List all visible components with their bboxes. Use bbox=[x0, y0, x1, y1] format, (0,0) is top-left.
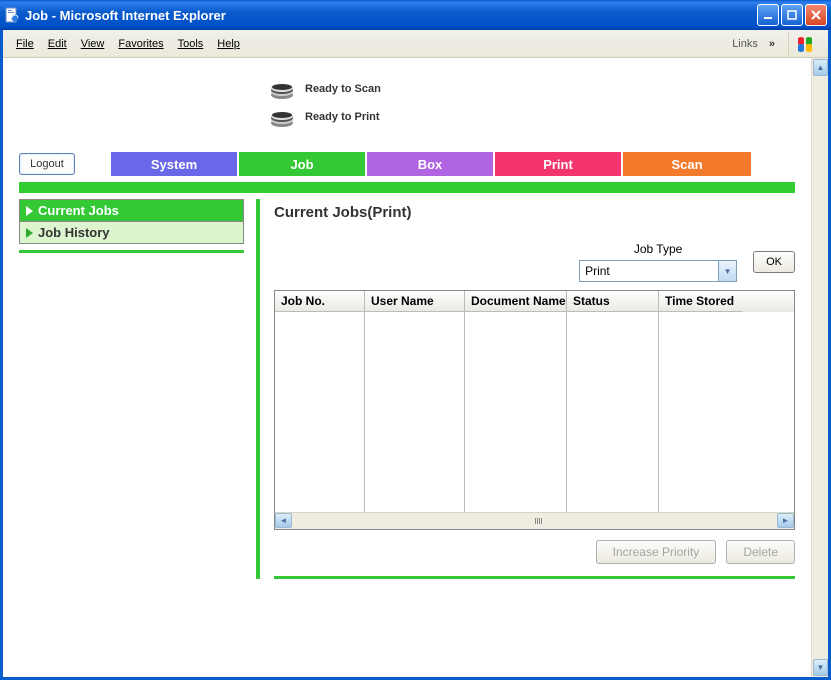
tab-job[interactable]: Job bbox=[239, 152, 367, 176]
menu-view[interactable]: View bbox=[74, 35, 112, 53]
menu-help[interactable]: Help bbox=[210, 35, 247, 53]
triangle-right-icon bbox=[26, 228, 33, 238]
sidebar-item-current-jobs[interactable]: Current Jobs bbox=[19, 199, 244, 222]
jobtype-select[interactable]: Print bbox=[579, 260, 719, 282]
sidebar-underline bbox=[19, 250, 244, 253]
tab-print[interactable]: Print bbox=[495, 152, 623, 176]
main-underline bbox=[274, 576, 795, 579]
tab-system[interactable]: System bbox=[111, 152, 239, 176]
sidebar-item-label: Current Jobs bbox=[38, 203, 119, 218]
col-document-name[interactable]: Document Name bbox=[465, 291, 567, 312]
table-header-row: Job No. User Name Document Name Status T… bbox=[275, 291, 794, 312]
print-status-text: Ready to Print bbox=[305, 111, 380, 123]
col-user-name[interactable]: User Name bbox=[365, 291, 465, 312]
window-inner: File Edit View Favorites Tools Help Link… bbox=[0, 30, 831, 680]
increase-priority-button[interactable]: Increase Priority bbox=[596, 540, 717, 564]
ok-button[interactable]: OK bbox=[753, 251, 795, 273]
menu-file[interactable]: File bbox=[9, 35, 41, 53]
vertical-scrollbar[interactable]: ▲ ▼ bbox=[811, 58, 828, 677]
scan-status-text: Ready to Scan bbox=[305, 83, 381, 95]
triangle-right-icon bbox=[26, 206, 33, 216]
col-job-no[interactable]: Job No. bbox=[275, 291, 365, 312]
links-label[interactable]: Links bbox=[728, 36, 762, 52]
sidebar-item-job-history[interactable]: Job History bbox=[19, 222, 244, 244]
menu-tools[interactable]: Tools bbox=[171, 35, 211, 53]
jobtype-label: Job Type bbox=[634, 242, 682, 256]
table-body bbox=[275, 312, 794, 512]
tab-scan[interactable]: Scan bbox=[623, 152, 751, 176]
delete-button[interactable]: Delete bbox=[726, 540, 795, 564]
scroll-left-icon[interactable]: ◄ bbox=[275, 513, 292, 528]
minimize-button[interactable] bbox=[757, 4, 779, 26]
close-button[interactable] bbox=[805, 4, 827, 26]
horizontal-scrollbar[interactable]: ◄ ► bbox=[275, 512, 794, 529]
links-expand-icon[interactable]: » bbox=[766, 37, 778, 51]
main-pane: Current Jobs(Print) Job Type Print ▼ O bbox=[256, 199, 795, 579]
scroll-up-icon[interactable]: ▲ bbox=[813, 59, 828, 76]
sidebar-item-label: Job History bbox=[38, 225, 110, 240]
printer-icon bbox=[269, 106, 295, 128]
sidebar: Current Jobs Job History bbox=[19, 199, 244, 579]
maximize-button[interactable] bbox=[781, 4, 803, 26]
accent-bar bbox=[19, 182, 795, 193]
menubar: File Edit View Favorites Tools Help Link… bbox=[3, 30, 828, 58]
menu-edit[interactable]: Edit bbox=[41, 35, 74, 53]
nav-tabs: System Job Box Print Scan bbox=[111, 152, 751, 176]
chevron-down-icon[interactable]: ▼ bbox=[719, 260, 737, 282]
titlebar: Job - Microsoft Internet Explorer bbox=[0, 0, 831, 30]
page-content: Ready to Scan Ready to Print Logout Syst… bbox=[3, 58, 811, 677]
window-title: Job - Microsoft Internet Explorer bbox=[25, 8, 757, 23]
col-time-stored[interactable]: Time Stored bbox=[659, 291, 743, 312]
ie-page-icon bbox=[4, 7, 20, 23]
scroll-down-icon[interactable]: ▼ bbox=[813, 659, 828, 676]
col-status[interactable]: Status bbox=[567, 291, 659, 312]
scanner-icon bbox=[269, 78, 295, 100]
tab-box[interactable]: Box bbox=[367, 152, 495, 176]
window-buttons bbox=[757, 4, 827, 26]
device-status: Ready to Scan Ready to Print bbox=[269, 78, 795, 128]
menu-favorites[interactable]: Favorites bbox=[111, 35, 170, 53]
scroll-right-icon[interactable]: ► bbox=[777, 513, 794, 528]
jobtype-value: Print bbox=[585, 264, 610, 278]
jobs-table: Job No. User Name Document Name Status T… bbox=[274, 290, 795, 530]
pane-title: Current Jobs(Print) bbox=[274, 199, 795, 226]
windows-flag-icon bbox=[796, 34, 816, 54]
logout-button[interactable]: Logout bbox=[19, 153, 75, 175]
